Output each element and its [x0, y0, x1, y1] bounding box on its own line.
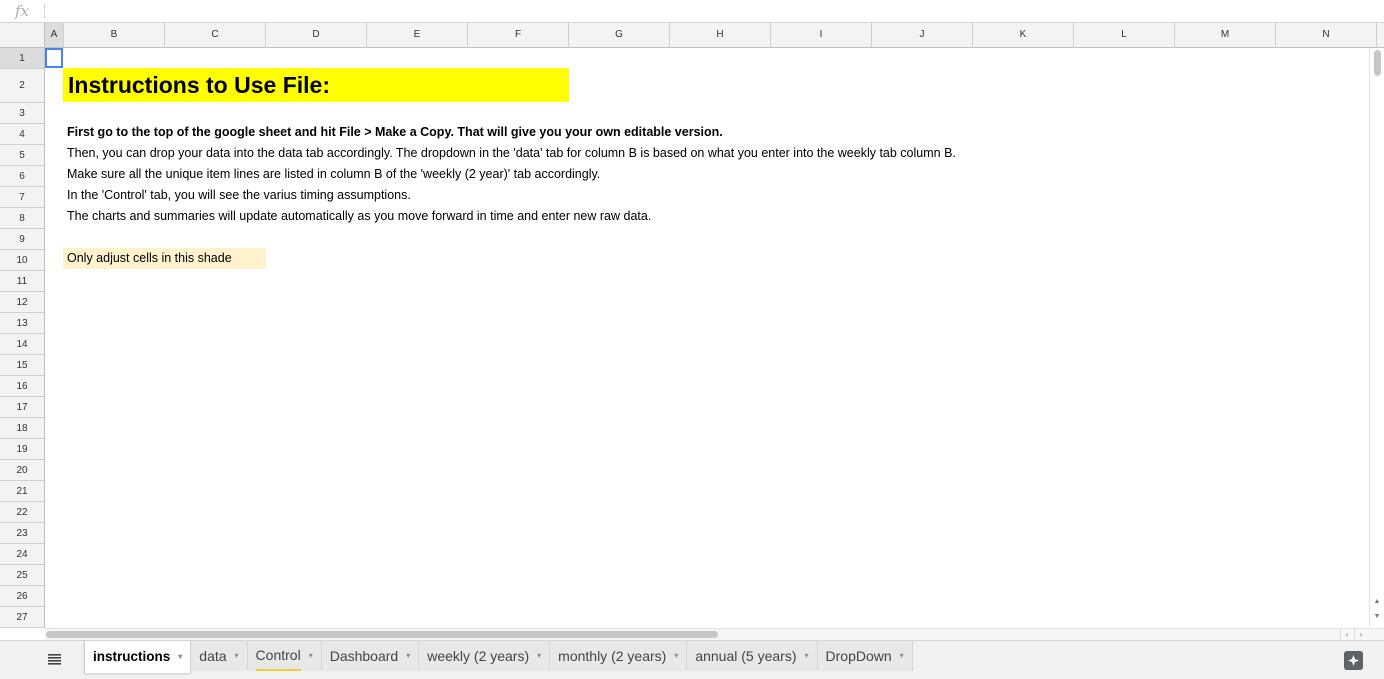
row-header-26[interactable]: 26 [0, 586, 44, 607]
row-header-10[interactable]: 10 [0, 250, 44, 271]
row-header: 1 2 3 4 5 6 7 8 9 10 11 12 13 14 15 16 17 18 19 20 21 22 23 24 2… [0, 48, 45, 628]
row-header-8[interactable]: 8 [0, 208, 44, 229]
row-header-14[interactable]: 14 [0, 334, 44, 355]
sheet-tab-monthly-2-years[interactable]: monthly (2 years) ▾ [550, 641, 688, 671]
row-header-20[interactable]: 20 [0, 460, 44, 481]
chevron-down-icon[interactable]: ▾ [178, 643, 182, 671]
horizontal-scrollbar[interactable]: ‹ › [45, 628, 1384, 640]
vertical-scroll-thumb[interactable] [1374, 50, 1381, 76]
cell-grid[interactable]: Instructions to Use File: First go to th… [45, 48, 1369, 628]
row-header-25[interactable]: 25 [0, 565, 44, 586]
row-header-21[interactable]: 21 [0, 481, 44, 502]
sheet-tab-bar: instructions ▾ data ▾ Control ▾ Dashboard ▾ week… [0, 640, 1384, 679]
chevron-down-icon[interactable]: ▾ [900, 642, 904, 670]
scroll-up-icon[interactable]: ▲ [1372, 597, 1382, 607]
column-header-d[interactable]: D [266, 23, 367, 47]
sheet-tab-label: monthly (2 years) [558, 648, 667, 664]
sheet-tab-label: data [199, 648, 227, 664]
row-header-2[interactable]: 2 [0, 69, 44, 103]
column-header-c[interactable]: C [165, 23, 266, 47]
row-header-9[interactable]: 9 [0, 229, 44, 250]
row-header-13[interactable]: 13 [0, 313, 44, 334]
sheet-tab-dashboard[interactable]: Dashboard ▾ [321, 641, 420, 671]
row-header-18[interactable]: 18 [0, 418, 44, 439]
fx-icon: fx [14, 2, 29, 20]
chevron-down-icon[interactable]: ▾ [406, 642, 410, 670]
sheet-tab-label: DropDown [825, 648, 892, 664]
column-header-n[interactable]: N [1276, 23, 1377, 47]
row-header-12[interactable]: 12 [0, 292, 44, 313]
row-header-19[interactable]: 19 [0, 439, 44, 460]
column-header-g[interactable]: G [569, 23, 670, 47]
sheet-tabs: instructions ▾ data ▾ Control ▾ Dashboard ▾ week… [84, 641, 913, 673]
column-header: ABCDEFGHIJKLMN [0, 23, 1384, 48]
column-header-j[interactable]: J [872, 23, 973, 47]
sheet-tab-label: instructions [93, 649, 171, 664]
sheet-tab-label: Control [255, 641, 301, 671]
horizontal-scroll-thumb[interactable] [46, 631, 718, 638]
column-header-m[interactable]: M [1175, 23, 1276, 47]
sheet-tab-instructions[interactable]: instructions ▾ [84, 641, 192, 673]
column-header-l[interactable]: L [1074, 23, 1175, 47]
explore-icon[interactable] [1344, 651, 1363, 670]
row-header-11[interactable]: 11 [0, 271, 44, 292]
row-header-15[interactable]: 15 [0, 355, 44, 376]
formula-input[interactable] [52, 3, 1372, 20]
sheet-tab-label: weekly (2 years) [427, 648, 530, 664]
chevron-down-icon[interactable]: ▾ [537, 642, 541, 670]
hamburger-icon[interactable] [48, 653, 62, 665]
column-header-b[interactable]: B [64, 23, 165, 47]
sheet-tab-label: Dashboard [329, 648, 399, 664]
active-cell-selection[interactable] [45, 48, 63, 68]
row-header-24[interactable]: 24 [0, 544, 44, 565]
chevron-down-icon[interactable]: ▾ [674, 642, 678, 670]
column-header-f[interactable]: F [468, 23, 569, 47]
column-header-i[interactable]: I [771, 23, 872, 47]
column-header-e[interactable]: E [367, 23, 468, 47]
column-header-k[interactable]: K [973, 23, 1074, 47]
cell-b8[interactable]: The charts and summaries will update aut… [67, 206, 651, 227]
formula-bar-divider [44, 4, 45, 19]
row-header-6[interactable]: 6 [0, 166, 44, 187]
chevron-down-icon[interactable]: ▾ [235, 642, 239, 670]
cell-b4[interactable]: First go to the top of the google sheet … [67, 122, 723, 143]
row-header-27[interactable]: 27 [0, 607, 44, 628]
sheet-tab-annual-5-years[interactable]: annual (5 years) ▾ [687, 641, 818, 671]
select-all-corner[interactable] [0, 23, 45, 47]
chevron-down-icon[interactable]: ▾ [805, 642, 809, 670]
row-header-22[interactable]: 22 [0, 502, 44, 523]
sheet-tab-weekly-2-years[interactable]: weekly (2 years) ▾ [419, 641, 551, 671]
sheet-tab-data[interactable]: data ▾ [191, 641, 248, 671]
row-header-23[interactable]: 23 [0, 523, 44, 544]
row-header-7[interactable]: 7 [0, 187, 44, 208]
row-header-3[interactable]: 3 [0, 103, 44, 124]
scroll-down-icon[interactable]: ▼ [1372, 612, 1382, 622]
sheet-tab-control[interactable]: Control ▾ [247, 641, 322, 671]
column-header-h[interactable]: H [670, 23, 771, 47]
chevron-down-icon[interactable]: ▾ [309, 642, 313, 670]
row-header-1[interactable]: 1 [0, 48, 44, 69]
row-header-17[interactable]: 17 [0, 397, 44, 418]
row-header-16[interactable]: 16 [0, 376, 44, 397]
row-header-4[interactable]: 4 [0, 124, 44, 145]
cell-b10-shade[interactable]: Only adjust cells in this shade [63, 248, 266, 269]
sheet-tab-label: annual (5 years) [695, 648, 797, 664]
cell-b6[interactable]: Make sure all the unique item lines are … [67, 164, 600, 185]
cell-b2-title[interactable]: Instructions to Use File: [63, 68, 569, 102]
row-header-5[interactable]: 5 [0, 145, 44, 166]
sheet-tab-dropdown[interactable]: DropDown ▾ [817, 641, 913, 671]
formula-bar: fx [0, 0, 1384, 23]
cell-b7[interactable]: In the 'Control' tab, you will see the v… [67, 185, 411, 206]
vertical-scrollbar[interactable]: ▲ ▼ [1369, 48, 1384, 628]
scroll-left-icon[interactable]: ‹ [1340, 629, 1353, 640]
scroll-right-icon[interactable]: › [1354, 629, 1367, 640]
cell-b5[interactable]: Then, you can drop your data into the da… [67, 143, 956, 164]
column-header-a[interactable]: A [45, 23, 64, 47]
